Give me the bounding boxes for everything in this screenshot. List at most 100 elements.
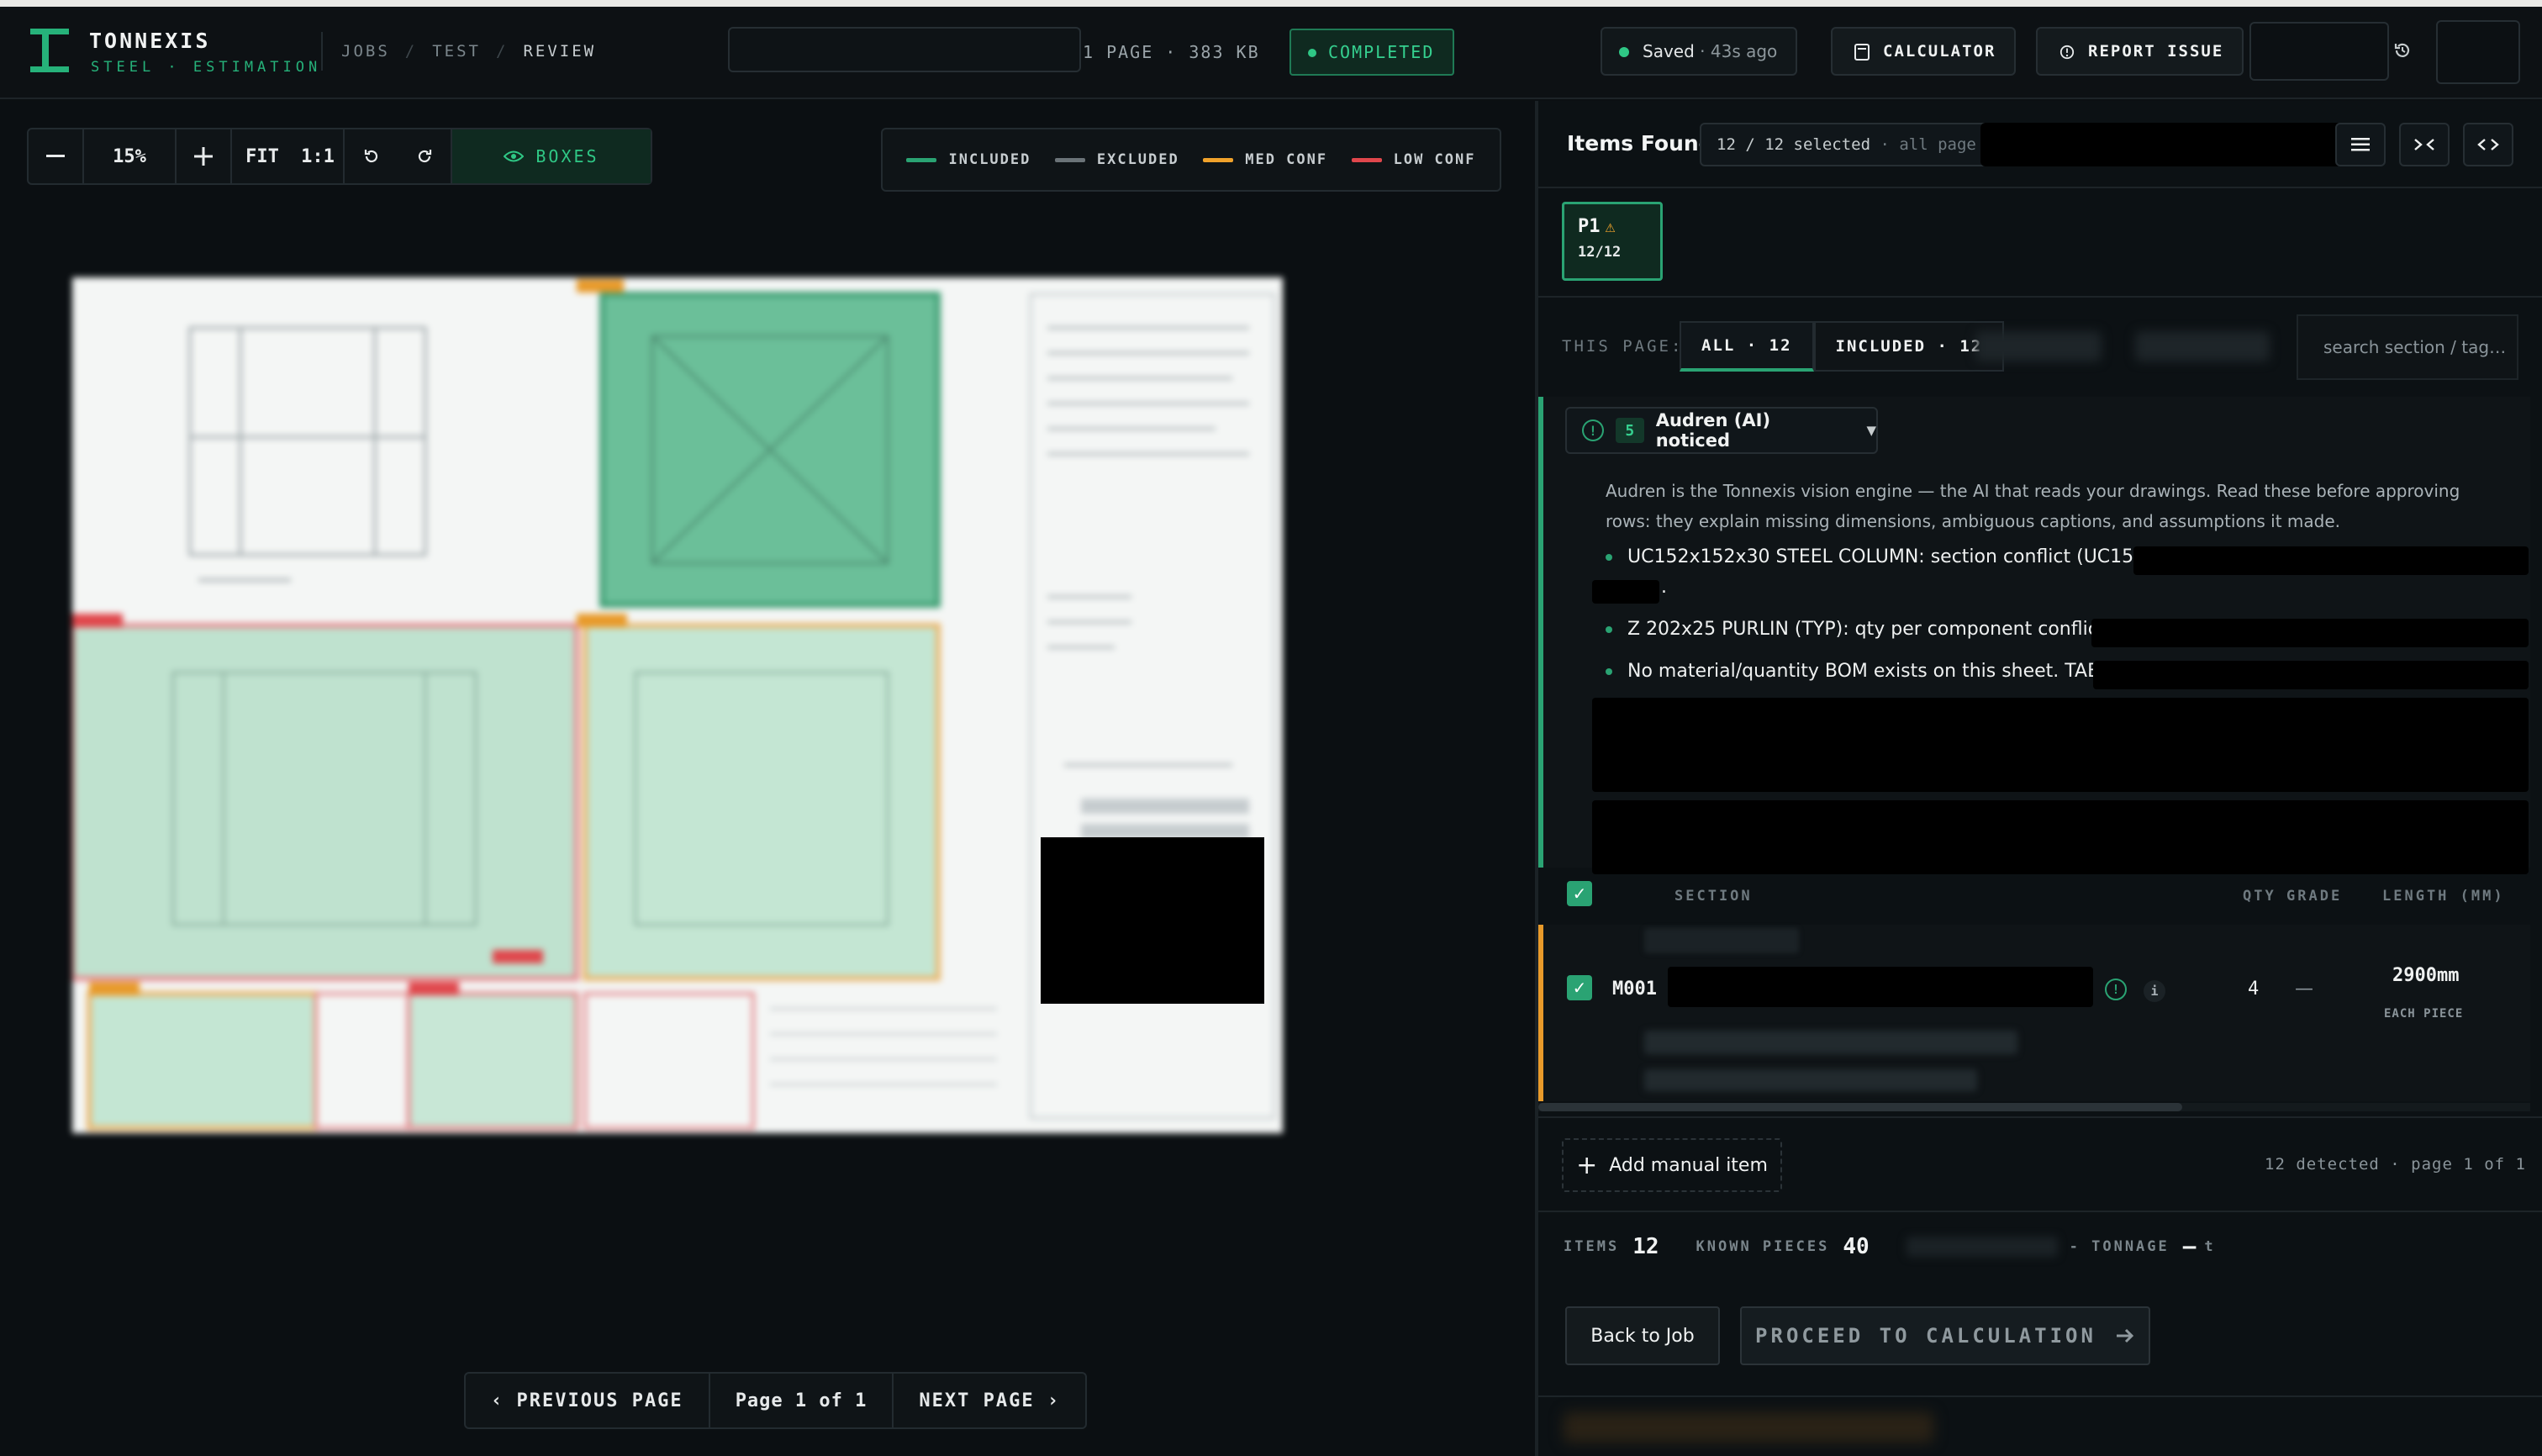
brand-name: TONNEXIS [89,29,211,53]
this-page-label: THIS PAGE: [1562,337,1684,356]
row-section-redaction[interactable] [1668,967,2093,1007]
scrollbar-thumb[interactable] [1538,1103,2182,1111]
expand-panel-button[interactable] [2463,123,2513,166]
filter-tab-redacted[interactable] [1975,331,2102,361]
calculator-label: CALCULATOR [1883,42,1996,61]
detected-summary: 12 detected · page 1 of 1 [2265,1155,2526,1174]
status-badge: COMPLETED [1289,29,1455,76]
notice-item: UC152x152x30 STEEL COLUMN: section confl… [1606,546,2168,567]
items-stat-value: 12 [1632,1234,1659,1259]
page-card-label: P1 [1578,216,1601,237]
row-redaction [1644,1069,1977,1091]
user-menu-redacted[interactable] [2249,22,2389,81]
fit-button[interactable]: FIT [232,129,293,183]
report-issue-label: REPORT ISSUE [2088,42,2224,61]
panel-divider [1538,1116,2542,1118]
proceed-to-calculation-button[interactable]: PROCEED TO CALCULATION [1740,1306,2150,1365]
boxes-toggle[interactable]: BOXES [452,129,651,183]
drawing-linework [72,277,1283,1133]
notice-redaction [2091,619,2529,647]
eye-icon [504,150,525,162]
back-to-job-button[interactable]: Back to Job [1565,1306,1720,1365]
page-card-p1[interactable]: P1 ⚠ 12/12 [1562,202,1663,281]
confidence-legend: INCLUDED EXCLUDED MED CONF LOW CONF [881,128,1501,192]
tab-all[interactable]: ALL · 12 [1680,321,1814,372]
search-input[interactable]: search section / tag… [2297,314,2518,380]
ai-notice-toggle[interactable]: ! 5 Audren (AI) noticed ▼ [1565,407,1878,454]
notice-description: Audren is the Tonnexis vision engine — t… [1606,481,2460,531]
notice-item: No material/quantity BOM exists on this … [1606,661,2122,682]
saved-ago: 43s ago [1710,41,1778,61]
calculator-icon [1854,44,1870,61]
alert-icon: ! [1582,419,1604,441]
notice-item: Z 202x25 PURLIN (TYP): qty per component… [1606,619,2118,640]
page-card-count: 12/12 [1578,244,1622,261]
notice-indicator-icon[interactable]: ! [2105,979,2127,1000]
notice-trail: . [1661,577,1667,598]
selection-scope: · all page [1880,135,1976,154]
panel-divider [1538,296,2542,298]
add-manual-item-button[interactable]: + Add manual item [1562,1138,1782,1192]
rotate-cw-icon [418,150,432,163]
zoom-in-button[interactable] [177,129,232,183]
notice-redaction [2093,661,2529,689]
calculator-button[interactable]: CALCULATOR [1831,27,2017,76]
report-issue-button[interactable]: REPORT ISSUE [2036,27,2244,76]
zoom-out-button[interactable] [29,129,84,183]
selection-count: 12 / 12 selected [1717,135,1871,154]
breadcrumb-test[interactable]: TEST [432,42,481,61]
horizontal-scrollbar[interactable] [1538,1103,2530,1111]
notice-redaction [1592,580,1659,604]
arrow-right-icon [2116,1328,2134,1343]
chevron-down-icon: ▼ [1866,423,1876,438]
zoom-level: 15% [84,129,177,183]
col-section[interactable]: SECTION [1674,888,1753,905]
notice-redaction [2133,546,2529,575]
summary-stats: ITEMS 12 KNOWN PIECES 40 - TONNAGE — t [1564,1234,2229,1259]
panel-divider [1538,187,2542,188]
warning-icon: ⚠ [1605,216,1616,236]
page-indicator: Page 1 of 1 [710,1374,894,1427]
pieces-stat-label: KNOWN PIECES [1696,1238,1830,1255]
header-divider [321,32,323,71]
minus-icon [46,155,65,157]
drawing-redaction [1041,837,1264,1004]
rotate-right-button[interactable] [398,129,452,183]
brand-subtitle: STEEL · ESTIMATION [91,59,322,76]
row-length-sub: EACH PIECE [2384,1007,2464,1021]
panel-divider [1538,1395,2542,1397]
notice-title: Audren (AI) noticed [1655,410,1771,451]
notice-redaction [1592,800,2529,874]
info-icon[interactable]: i [2144,980,2165,1002]
col-length[interactable]: LENGTH (MM) [2382,888,2505,905]
avatar-redacted[interactable] [2436,20,2520,84]
history-icon[interactable] [2392,40,2413,61]
saved-label: Saved [1643,41,1695,61]
row-redaction [1644,928,1799,953]
file-name-field-redacted[interactable] [728,27,1081,72]
expand-icon [2477,139,2499,150]
list-view-button[interactable] [2335,123,2386,166]
next-page-button[interactable]: NEXT PAGE › [894,1374,1085,1427]
viewer-toolbar: 15% FIT 1:1 BOXES [27,128,652,185]
breadcrumb-jobs[interactable]: JOBS [341,42,390,61]
rotate-left-button[interactable] [345,129,398,183]
row-checkbox[interactable]: ✓ [1567,975,1592,1000]
filter-tabs: ALL · 12 INCLUDED · 12 [1680,321,2005,372]
col-qty[interactable]: QTY [2243,888,2276,905]
col-grade[interactable]: GRADE [2286,888,2342,905]
drawing-sheet[interactable] [72,277,1283,1133]
plus-icon [194,147,213,166]
row-qty: 4 [2248,979,2260,1000]
collapse-panel-button[interactable] [2399,123,2450,166]
select-all-checkbox[interactable]: ✓ [1567,881,1592,906]
breadcrumb: JOBS / TEST / REVIEW [341,42,597,61]
previous-page-button[interactable]: ‹ PREVIOUS PAGE [466,1374,710,1427]
actual-size-button[interactable]: 1:1 [293,129,345,183]
notice-count-badge: 5 [1615,418,1644,443]
stat-redaction [1906,1237,2058,1257]
tonnexis-logo-icon[interactable] [30,29,69,72]
row-redaction [1644,1031,2017,1054]
filter-tab-redacted[interactable] [2135,331,2270,361]
legend-included: INCLUDED [906,151,1031,168]
